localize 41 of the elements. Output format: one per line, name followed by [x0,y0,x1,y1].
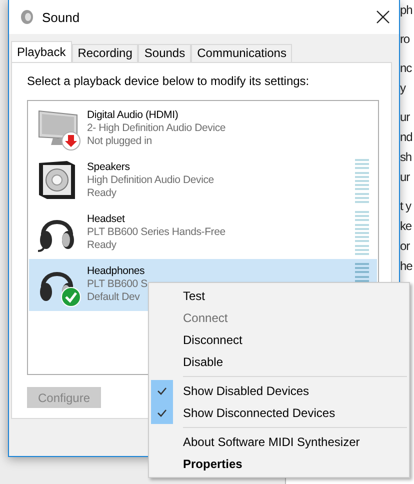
instruction-text: Select a playback device below to modify its settings: [27,74,310,88]
menu-item[interactable]: Show Disconnected Devices [151,402,407,424]
tab[interactable]: Recording [72,44,138,62]
document-text: ke [400,218,412,235]
document-text: ur [400,109,411,126]
device-status: Not plugged in [87,135,152,148]
menu-item[interactable]: Disable [151,351,407,373]
document-text: sh [400,149,412,166]
document-text: nd [400,129,412,146]
document-text: ur [400,169,411,186]
document-text: or [400,238,411,255]
device-description: High Definition Audio Device [87,174,214,187]
document-text: t y [400,198,412,215]
device-status: Default Dev [87,291,140,304]
tab[interactable]: Playback [11,41,72,62]
window-title: Sound [42,10,81,24]
device-row[interactable]: Headset PLT BB600 Series Hands-Free Ready [29,207,377,259]
device-name: Speakers [87,161,130,174]
device-description: PLT BB600 Series Hands-Free [87,226,226,239]
device-status: Ready [87,239,116,252]
menu-item[interactable]: Disconnect [151,329,407,351]
device-row[interactable]: Digital Audio (HDMI) 2- High Definition Audio Device Not plugged in [29,103,377,155]
tab[interactable]: Sounds [138,44,192,62]
tab[interactable]: Communications [191,44,292,62]
device-description: PLT BB600 S [87,278,148,291]
device-description: 2- High Definition Audio Device [87,122,226,135]
document-text: nc [400,60,412,77]
document-text: ro [400,31,410,48]
close-button[interactable] [375,9,391,25]
menu-item[interactable]: Properties [151,453,407,475]
menu-item[interactable]: Test [151,285,407,307]
device-row[interactable]: Speakers High Definition Audio Device Ready [29,155,377,207]
device-name: Headphones [87,265,145,278]
document-text: he [400,258,412,275]
document-text: ph [400,2,412,19]
document-text: y [400,80,407,97]
device-status: Ready [87,187,116,200]
menu-item[interactable]: Show Disabled Devices [151,380,407,402]
menu-item[interactable]: About Software MIDI Synthesizer [151,431,407,453]
device-name: Headset [87,213,125,226]
device-name: Digital Audio (HDMI) [87,109,178,122]
